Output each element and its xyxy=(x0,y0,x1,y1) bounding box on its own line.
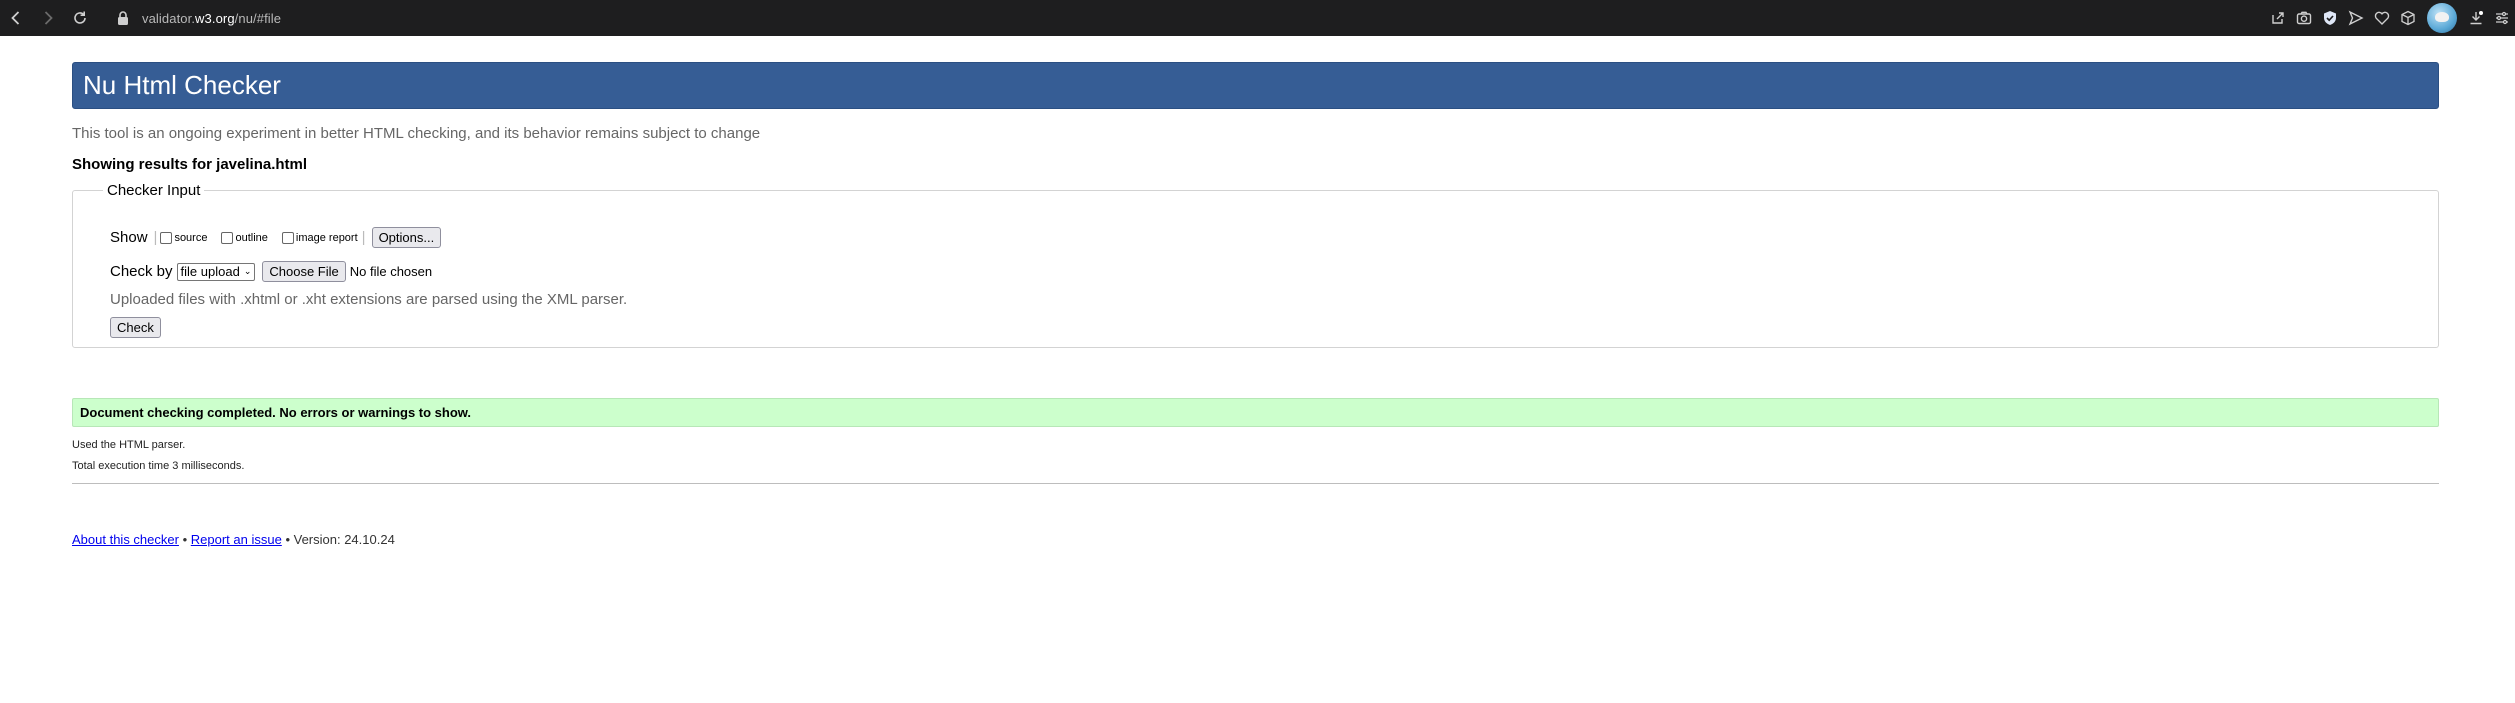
page-title: Nu Html Checker xyxy=(83,70,281,100)
results-heading: Showing results for javelina.html xyxy=(72,156,308,173)
options-divider-end: | xyxy=(361,229,366,246)
screenshot-button[interactable] xyxy=(2291,0,2317,36)
result-details: Used the HTML parser. Total execution ti… xyxy=(72,435,2439,477)
heart-icon xyxy=(2374,11,2390,25)
forward-button[interactable] xyxy=(38,8,58,28)
back-arrow-icon xyxy=(11,11,20,25)
parser-note: Used the HTML parser. xyxy=(72,439,186,451)
download-icon xyxy=(2470,11,2483,25)
footer-separator: • xyxy=(182,532,188,547)
outline-checkbox[interactable] xyxy=(221,231,234,244)
success-message: Document checking completed. No errors o… xyxy=(72,398,2439,427)
send-button[interactable] xyxy=(2343,0,2369,36)
reload-icon xyxy=(74,11,86,24)
choose-file-button[interactable]: Choose File xyxy=(262,261,346,282)
show-label: Show xyxy=(110,229,148,246)
show-options-group: source outline image report xyxy=(160,231,361,244)
xml-parser-note: Uploaded files with .xhtml or .xht exten… xyxy=(110,291,628,308)
favorites-button[interactable] xyxy=(2369,0,2395,36)
intro-text: This tool is an ongoing experiment in be… xyxy=(72,125,761,142)
header-banner: Nu Html Checker xyxy=(72,62,2439,109)
image-report-option[interactable]: image report xyxy=(281,231,358,244)
camera-icon xyxy=(2296,11,2312,25)
vpn-button[interactable] xyxy=(2317,0,2343,36)
no-file-text: No file chosen xyxy=(349,264,433,279)
about-checker-link[interactable]: About this checker xyxy=(72,532,179,547)
send-icon xyxy=(2348,10,2364,26)
reload-button[interactable] xyxy=(70,8,90,28)
back-button[interactable] xyxy=(6,8,26,28)
source-label: source xyxy=(174,231,208,244)
show-options-row: Show | source outline image report | Opt… xyxy=(110,227,442,248)
footer: About this checker • Report an issue • V… xyxy=(72,532,2439,547)
report-issue-link[interactable]: Report an issue xyxy=(191,532,282,547)
chevron-down-icon: ⌄ xyxy=(243,266,252,276)
share-button[interactable] xyxy=(2265,0,2291,36)
browser-toolbar: validator.w3.org/nu/#file xyxy=(0,0,2515,36)
check-by-row: Check by file upload ⌄ Choose File No fi… xyxy=(110,261,432,282)
menu-button[interactable] xyxy=(2489,0,2515,36)
submit-row: Check xyxy=(110,317,161,338)
outline-label: outline xyxy=(235,231,268,244)
checker-input-fieldset: Checker Input Show | source outline imag… xyxy=(72,182,2439,348)
forward-arrow-icon xyxy=(44,11,53,25)
check-button[interactable]: Check xyxy=(110,317,161,338)
profile-avatar[interactable] xyxy=(2427,3,2457,33)
toolbar-icons xyxy=(2265,0,2515,36)
source-checkbox[interactable] xyxy=(160,231,173,244)
image-report-checkbox[interactable] xyxy=(281,231,294,244)
shield-check-icon xyxy=(2324,11,2336,25)
outline-option[interactable]: outline xyxy=(221,231,268,244)
settings-sliders-icon xyxy=(2496,11,2508,25)
execution-time: Total execution time 3 milliseconds. xyxy=(72,460,245,472)
options-button[interactable]: Options... xyxy=(371,227,442,248)
cube-icon xyxy=(2401,10,2415,26)
check-by-select[interactable]: file upload ⌄ xyxy=(176,262,256,281)
downloads-button[interactable] xyxy=(2463,0,2489,36)
address-bar[interactable]: validator.w3.org/nu/#file xyxy=(116,6,281,30)
version-text: • Version: 24.10.24 xyxy=(285,532,395,547)
source-option[interactable]: source xyxy=(160,231,208,244)
checker-input-legend: Checker Input xyxy=(107,182,201,199)
url-text: validator.w3.org/nu/#file xyxy=(142,10,282,26)
divider xyxy=(72,483,2439,484)
image-report-label: image report xyxy=(295,231,358,244)
options-divider: | xyxy=(153,229,158,246)
check-by-value: file upload xyxy=(180,264,240,279)
share-icon xyxy=(2272,12,2284,24)
lock-icon xyxy=(118,11,128,25)
page-content: Nu Html Checker This tool is an ongoing … xyxy=(72,62,2439,547)
check-by-label: Check by xyxy=(110,263,173,280)
extensions-button[interactable] xyxy=(2395,0,2421,36)
